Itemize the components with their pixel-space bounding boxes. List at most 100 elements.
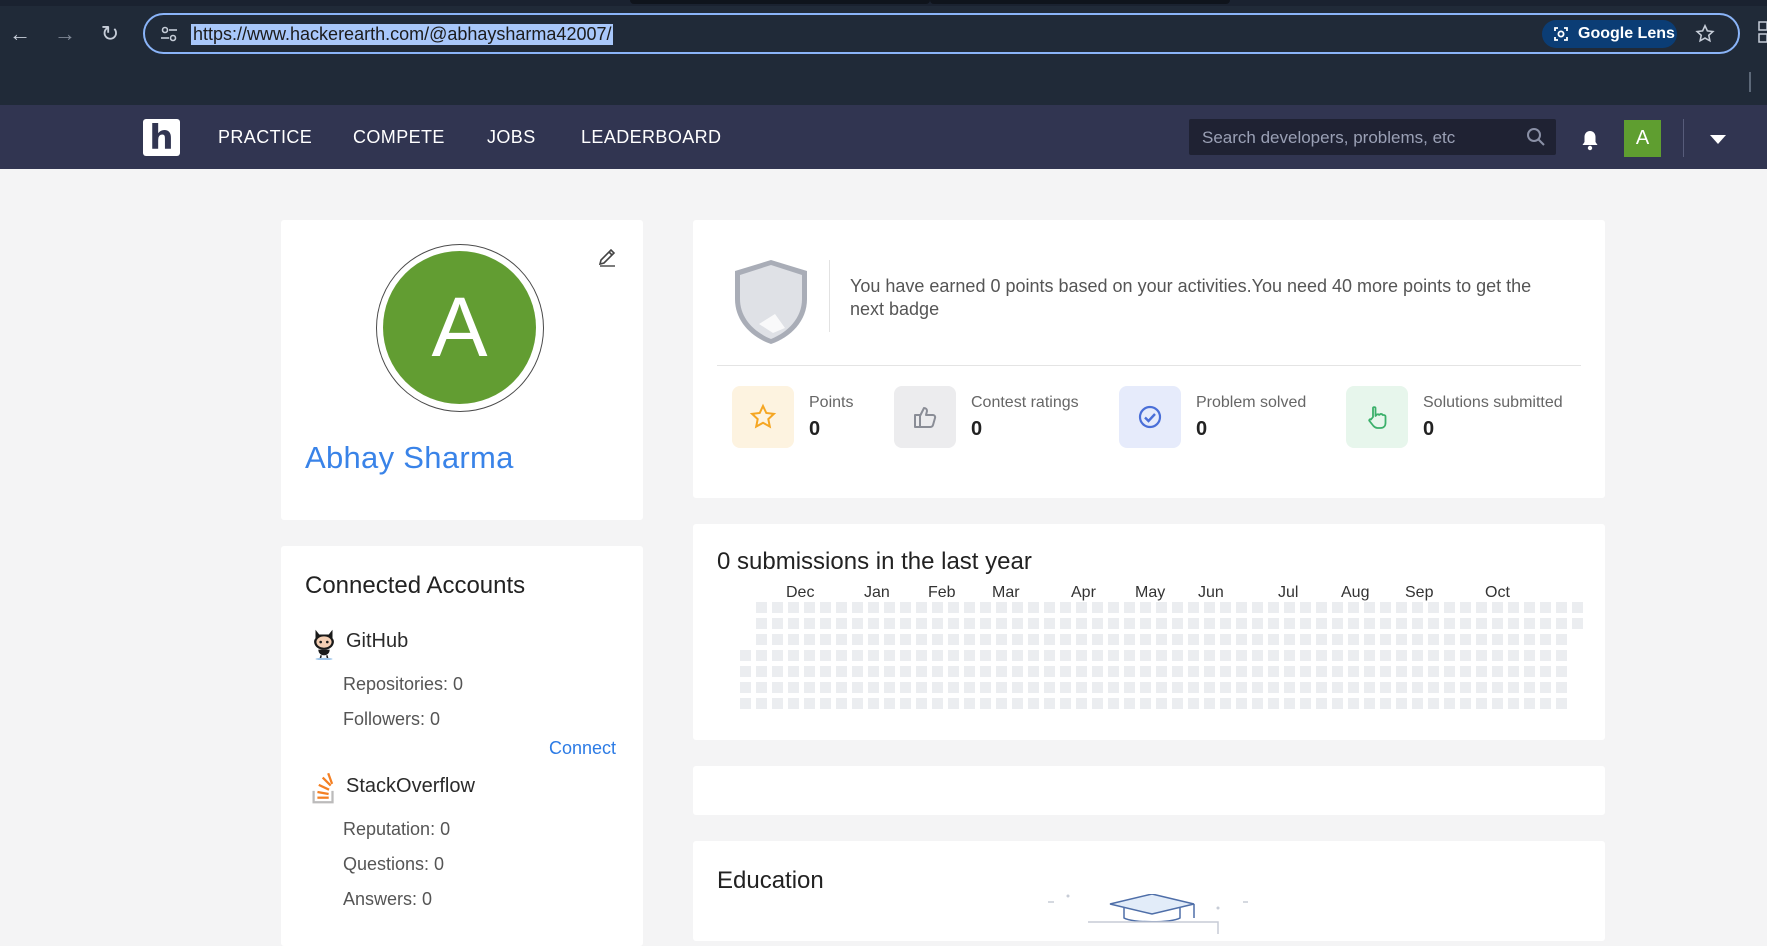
heatmap-day-cell[interactable] (836, 618, 847, 629)
notification-bell-icon[interactable] (1580, 129, 1600, 151)
heatmap-day-cell[interactable] (980, 634, 991, 645)
heatmap-day-cell[interactable] (900, 698, 911, 709)
heatmap-day-cell[interactable] (1540, 682, 1551, 693)
heatmap-day-cell[interactable] (1460, 602, 1471, 613)
browser-tab[interactable] (930, 0, 1230, 4)
heatmap-day-cell[interactable] (788, 618, 799, 629)
heatmap-day-cell[interactable] (1556, 618, 1567, 629)
heatmap-day-cell[interactable] (916, 698, 927, 709)
heatmap-day-cell[interactable] (996, 618, 1007, 629)
heatmap-day-cell[interactable] (1492, 666, 1503, 677)
heatmap-day-cell[interactable] (1060, 698, 1071, 709)
heatmap-day-cell[interactable] (1188, 634, 1199, 645)
heatmap-day-cell[interactable] (1236, 698, 1247, 709)
heatmap-day-cell[interactable] (1252, 634, 1263, 645)
heatmap-day-cell[interactable] (916, 666, 927, 677)
heatmap-day-cell[interactable] (852, 602, 863, 613)
heatmap-day-cell[interactable] (1348, 602, 1359, 613)
hackerearth-logo[interactable]: h (143, 119, 180, 157)
address-bar[interactable]: https://www.hackerearth.com/@abhaysharma… (143, 13, 1740, 54)
heatmap-day-cell[interactable] (1044, 602, 1055, 613)
heatmap-day-cell[interactable] (820, 618, 831, 629)
heatmap-day-cell[interactable] (1540, 602, 1551, 613)
heatmap-day-cell[interactable] (1092, 682, 1103, 693)
heatmap-day-cell[interactable] (964, 666, 975, 677)
heatmap-day-cell[interactable] (1300, 682, 1311, 693)
heatmap-day-cell[interactable] (884, 634, 895, 645)
heatmap-day-cell[interactable] (772, 682, 783, 693)
heatmap-day-cell[interactable] (1428, 618, 1439, 629)
heatmap-day-cell[interactable] (1412, 602, 1423, 613)
heatmap-day-cell[interactable] (1332, 602, 1343, 613)
heatmap-day-cell[interactable] (1316, 618, 1327, 629)
heatmap-day-cell[interactable] (964, 634, 975, 645)
nav-leaderboard[interactable]: LEADERBOARD (581, 127, 721, 148)
heatmap-day-cell[interactable] (1140, 682, 1151, 693)
heatmap-day-cell[interactable] (1140, 650, 1151, 661)
heatmap-day-cell[interactable] (1508, 618, 1519, 629)
heatmap-day-cell[interactable] (1156, 602, 1167, 613)
heatmap-day-cell[interactable] (852, 666, 863, 677)
heatmap-day-cell[interactable] (996, 698, 1007, 709)
heatmap-day-cell[interactable] (820, 650, 831, 661)
heatmap-day-cell[interactable] (1396, 602, 1407, 613)
heatmap-day-cell[interactable] (1508, 650, 1519, 661)
heatmap-day-cell[interactable] (980, 650, 991, 661)
heatmap-day-cell[interactable] (1492, 650, 1503, 661)
heatmap-day-cell[interactable] (1476, 618, 1487, 629)
heatmap-day-cell[interactable] (1396, 666, 1407, 677)
forward-icon[interactable]: → (49, 18, 81, 50)
heatmap-day-cell[interactable] (1460, 650, 1471, 661)
heatmap-day-cell[interactable] (1444, 682, 1455, 693)
heatmap-day-cell[interactable] (1220, 602, 1231, 613)
heatmap-day-cell[interactable] (1204, 682, 1215, 693)
heatmap-day-cell[interactable] (1364, 698, 1375, 709)
heatmap-day-cell[interactable] (836, 666, 847, 677)
heatmap-day-cell[interactable] (868, 698, 879, 709)
heatmap-day-cell[interactable] (932, 602, 943, 613)
heatmap-day-cell[interactable] (868, 682, 879, 693)
heatmap-day-cell[interactable] (948, 634, 959, 645)
heatmap-day-cell[interactable] (1540, 634, 1551, 645)
heatmap-day-cell[interactable] (1300, 602, 1311, 613)
heatmap-day-cell[interactable] (1284, 682, 1295, 693)
profile-name[interactable]: Abhay Sharma (305, 440, 514, 476)
heatmap-day-cell[interactable] (1044, 698, 1055, 709)
heatmap-day-cell[interactable] (1076, 650, 1087, 661)
heatmap-day-cell[interactable] (1060, 602, 1071, 613)
heatmap-day-cell[interactable] (1044, 650, 1055, 661)
heatmap-day-cell[interactable] (1220, 618, 1231, 629)
heatmap-day-cell[interactable] (1524, 682, 1535, 693)
nav-practice[interactable]: PRACTICE (218, 127, 312, 148)
heatmap-day-cell[interactable] (836, 682, 847, 693)
heatmap-day-cell[interactable] (1316, 650, 1327, 661)
heatmap-day-cell[interactable] (884, 618, 895, 629)
heatmap-day-cell[interactable] (1060, 666, 1071, 677)
heatmap-day-cell[interactable] (932, 634, 943, 645)
heatmap-day-cell[interactable] (852, 650, 863, 661)
heatmap-day-cell[interactable] (1396, 650, 1407, 661)
heatmap-day-cell[interactable] (1188, 698, 1199, 709)
heatmap-day-cell[interactable] (1124, 666, 1135, 677)
heatmap-day-cell[interactable] (1364, 650, 1375, 661)
heatmap-day-cell[interactable] (1156, 682, 1167, 693)
heatmap-day-cell[interactable] (900, 650, 911, 661)
heatmap-day-cell[interactable] (932, 650, 943, 661)
heatmap-day-cell[interactable] (820, 698, 831, 709)
heatmap-day-cell[interactable] (1332, 698, 1343, 709)
heatmap-day-cell[interactable] (1428, 602, 1439, 613)
heatmap-day-cell[interactable] (740, 666, 751, 677)
heatmap-day-cell[interactable] (980, 698, 991, 709)
heatmap-day-cell[interactable] (996, 666, 1007, 677)
heatmap-day-cell[interactable] (1492, 634, 1503, 645)
reload-icon[interactable]: ↻ (94, 18, 126, 50)
heatmap-day-cell[interactable] (1108, 650, 1119, 661)
heatmap-day-cell[interactable] (916, 618, 927, 629)
heatmap-day-cell[interactable] (1316, 698, 1327, 709)
heatmap-day-cell[interactable] (1236, 618, 1247, 629)
heatmap-day-cell[interactable] (1348, 650, 1359, 661)
heatmap-day-cell[interactable] (1412, 682, 1423, 693)
heatmap-day-cell[interactable] (1092, 666, 1103, 677)
heatmap-day-cell[interactable] (1540, 650, 1551, 661)
heatmap-day-cell[interactable] (1188, 666, 1199, 677)
